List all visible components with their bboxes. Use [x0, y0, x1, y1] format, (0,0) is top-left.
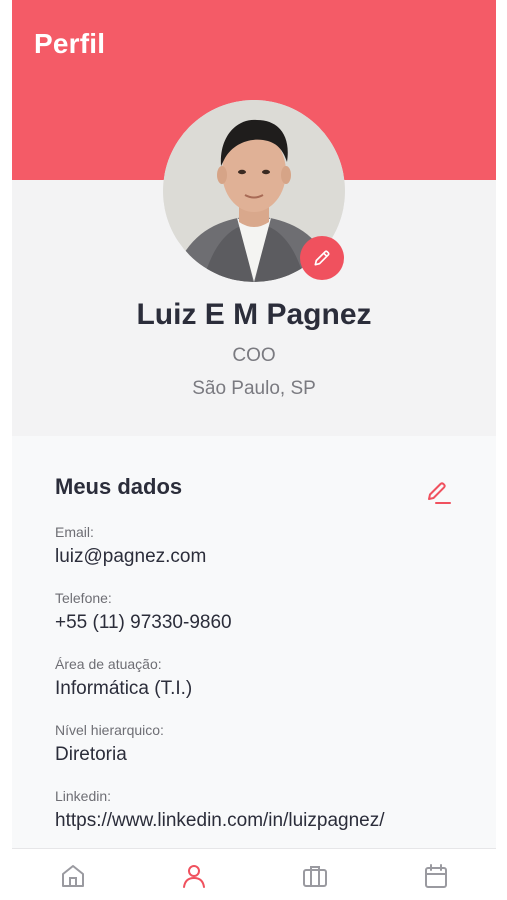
field-linkedin: Linkedin: https://www.linkedin.com/in/lu… [55, 788, 475, 832]
field-value: luiz@pagnez.com [55, 546, 207, 567]
profile-role: COO [232, 345, 276, 366]
tab-home[interactable] [56, 859, 90, 893]
linkedin-link[interactable]: https://www.linkedin.com/in/luizpagnez/ [55, 810, 475, 832]
field-value: Informática (T.I.) [55, 678, 193, 699]
tab-calendar[interactable] [419, 859, 453, 893]
edit-data-button[interactable] [424, 480, 452, 508]
home-icon [62, 865, 84, 887]
field-value: +55 (11) 97330-9860 [55, 612, 232, 633]
profile-location: São Paulo, SP [192, 378, 316, 399]
user-icon [183, 865, 205, 888]
calendar-icon [425, 864, 447, 888]
edit-photo-button[interactable] [300, 236, 344, 280]
field-value: Diretoria [55, 744, 127, 765]
briefcase-icon [303, 866, 327, 887]
section-title: Meus dados [55, 474, 183, 499]
tab-profile[interactable] [177, 859, 211, 893]
avatar-container [163, 100, 345, 282]
profile-name: Luiz E M Pagnez [136, 298, 372, 331]
field-phone: Telefone: +55 (11) 97330-9860 [55, 590, 475, 634]
field-label: Linkedin: [55, 788, 112, 804]
profile-screen: Perfil Luiz E M Pagnez COO São Paulo, SP… [12, 0, 496, 900]
field-label: Nível hierarquico: [55, 722, 164, 738]
field-level: Nível hierarquico: Diretoria [55, 722, 475, 766]
field-area: Área de atuação: Informática (T.I.) [55, 656, 475, 700]
my-data-card: Meus dados Email: luiz@pagnez.com Telefo… [12, 436, 496, 856]
field-label: Email: [55, 524, 94, 540]
field-email: Email: luiz@pagnez.com [55, 524, 475, 568]
tab-work[interactable] [298, 859, 332, 893]
pencil-icon [314, 250, 330, 266]
field-label: Telefone: [55, 590, 112, 606]
bottom-tab-bar [12, 848, 496, 900]
page-title: Perfil [34, 28, 106, 59]
field-label: Área de atuação: [55, 656, 162, 672]
pencil-icon [428, 482, 451, 504]
